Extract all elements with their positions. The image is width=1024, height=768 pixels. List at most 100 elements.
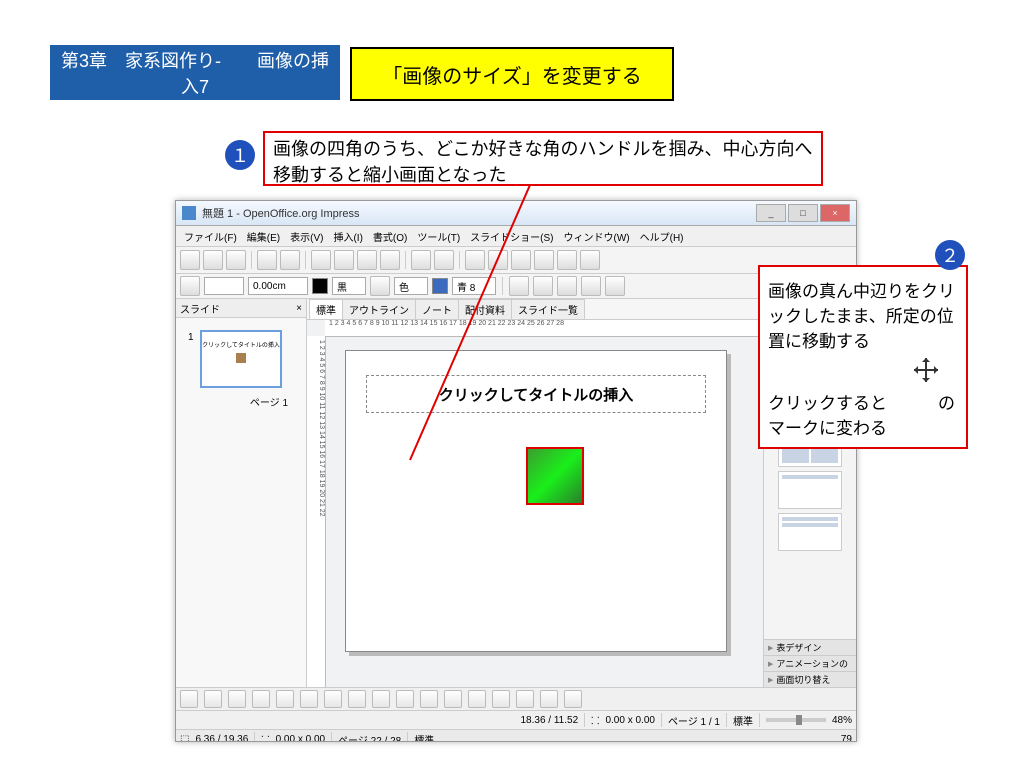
- layout-thumb[interactable]: [778, 513, 842, 551]
- copy-icon[interactable]: [357, 250, 377, 270]
- fill-icon[interactable]: [370, 276, 390, 296]
- sel-readout-2: 0.00 x 0.00: [276, 734, 325, 743]
- fill-label[interactable]: 色: [394, 277, 428, 295]
- pointer-icon[interactable]: [180, 690, 198, 708]
- callouts-icon[interactable]: [468, 690, 486, 708]
- undo-icon[interactable]: [411, 250, 431, 270]
- tab-sorter[interactable]: スライド一覧: [511, 299, 585, 319]
- app-window: 無題 1 - OpenOffice.org Impress _ □ × ファイル…: [175, 200, 857, 742]
- statusbar-outer: ⬚ 6.36 / 19.36 ⸬ 0.00 x 0.00 ページ 22 / 28…: [176, 729, 856, 742]
- step-2-text: 画像の真ん中辺りをクリックしたまま、所定の位置に移動する クリックすると のマー…: [758, 265, 968, 449]
- menu-file[interactable]: ファイル(F): [180, 229, 241, 244]
- menu-window[interactable]: ウィンドウ(W): [560, 229, 634, 244]
- accordion-table-design[interactable]: ▶表デザイン: [764, 639, 856, 655]
- standard-toolbar: [176, 247, 856, 274]
- block-arrows-icon[interactable]: [420, 690, 438, 708]
- open-icon[interactable]: [203, 250, 223, 270]
- slide-index: 1: [188, 332, 194, 343]
- app-icon: [182, 206, 196, 220]
- connector-icon[interactable]: [348, 690, 366, 708]
- rect-icon[interactable]: [252, 690, 270, 708]
- canvas-wrap: 1 2 3 4 5 6 7 8 9 10 11 12 13 14 15 16 1…: [307, 320, 763, 687]
- paste-icon[interactable]: [380, 250, 400, 270]
- stars-icon[interactable]: [492, 690, 510, 708]
- slide-design-icon[interactable]: [581, 276, 601, 296]
- ellipse-icon[interactable]: [276, 690, 294, 708]
- slides-panel-header: スライド ×: [176, 299, 306, 318]
- sel-readout: 0.00 x 0.00: [605, 715, 654, 726]
- insert-image-icon[interactable]: [564, 690, 582, 708]
- help-icon[interactable]: [580, 250, 600, 270]
- step-1-text: 画像の四角のうち、どこか好きな角のハンドルを掴み、中心方向へ移動すると縮小画面と…: [263, 131, 823, 186]
- close-button[interactable]: ×: [820, 204, 850, 222]
- selected-image[interactable]: [526, 447, 584, 505]
- step-badge-1: １: [225, 140, 255, 170]
- preview-icon[interactable]: [280, 250, 300, 270]
- menu-tools[interactable]: ツール(T): [413, 229, 464, 244]
- slides-panel: スライド × 1 クリックしてタイトルの挿入 ページ 1: [176, 299, 307, 687]
- title-placeholder[interactable]: クリックしてタイトルの挿入: [366, 375, 706, 413]
- line-color-chip[interactable]: [312, 278, 328, 294]
- fontwork-icon[interactable]: [540, 690, 558, 708]
- line-color-name[interactable]: 黒: [332, 277, 366, 295]
- symbol-shapes-icon[interactable]: [396, 690, 414, 708]
- close-panel-icon[interactable]: ×: [296, 303, 302, 314]
- redo-icon[interactable]: [434, 250, 454, 270]
- slide-title: 「画像のサイズ」を変更する: [350, 47, 674, 101]
- fill-color-chip[interactable]: [432, 278, 448, 294]
- accordion-animation[interactable]: ▶アニメーションの: [764, 655, 856, 671]
- accordion-transition[interactable]: ▶画面切り替え: [764, 671, 856, 687]
- chart-icon[interactable]: [465, 250, 485, 270]
- hyperlink-icon[interactable]: [511, 250, 531, 270]
- ruler-vertical: 1 2 3 4 5 6 7 8 9 10 11 12 13 14 15 16 1…: [307, 336, 326, 687]
- line-width-field[interactable]: 0.00cm: [248, 277, 308, 295]
- print-icon[interactable]: [257, 250, 277, 270]
- fill-color-name[interactable]: 青 8: [452, 277, 496, 295]
- save-icon[interactable]: [226, 250, 246, 270]
- cut-icon[interactable]: [334, 250, 354, 270]
- new-icon[interactable]: [180, 250, 200, 270]
- maximize-button[interactable]: □: [788, 204, 818, 222]
- step-2-line1: 画像の真ん中辺りをクリックしたまま、所定の位置に移動する: [768, 277, 958, 352]
- arrow-icon[interactable]: [228, 690, 246, 708]
- page-label: ページ 1: [176, 394, 288, 409]
- layout-thumb[interactable]: [778, 471, 842, 509]
- tab-handout[interactable]: 配付資料: [458, 299, 512, 319]
- curve-icon[interactable]: [324, 690, 342, 708]
- basic-shapes-icon[interactable]: [372, 690, 390, 708]
- tab-normal[interactable]: 標準: [309, 299, 343, 319]
- menu-format[interactable]: 書式(O): [369, 229, 411, 244]
- text-icon[interactable]: [300, 690, 318, 708]
- tab-notes[interactable]: ノート: [415, 299, 459, 319]
- tab-outline[interactable]: アウトライン: [342, 299, 416, 319]
- spellcheck-icon[interactable]: [311, 250, 331, 270]
- arrange-icon[interactable]: [557, 276, 577, 296]
- 3d-icon[interactable]: [516, 690, 534, 708]
- menu-view[interactable]: 表示(V): [286, 229, 327, 244]
- step-badge-2: ２: [935, 240, 965, 270]
- zoom-slider[interactable]: [766, 718, 826, 722]
- line-icon[interactable]: [204, 690, 222, 708]
- table-icon[interactable]: [488, 250, 508, 270]
- minimize-button[interactable]: _: [756, 204, 786, 222]
- main-area: スライド × 1 クリックしてタイトルの挿入 ページ 1 標準 アウトライン ノ…: [176, 299, 856, 687]
- slide-thumbnail[interactable]: 1 クリックしてタイトルの挿入: [200, 330, 282, 388]
- zoom-icon[interactable]: [557, 250, 577, 270]
- arrow-select-icon[interactable]: [180, 276, 200, 296]
- slide-layout-icon[interactable]: [605, 276, 625, 296]
- menu-slideshow[interactable]: スライドショー(S): [466, 229, 557, 244]
- menu-help[interactable]: ヘルプ(H): [636, 229, 688, 244]
- page-readout: ページ 1 / 1: [668, 713, 720, 728]
- statusbar-inner: 18.36 / 11.52 ⸬ 0.00 x 0.00 ページ 1 / 1 標準…: [176, 710, 856, 729]
- shadow-icon[interactable]: [509, 276, 529, 296]
- slide-canvas[interactable]: クリックしてタイトルの挿入: [345, 350, 727, 652]
- flowchart-icon[interactable]: [444, 690, 462, 708]
- thumb-image-icon: [236, 353, 246, 363]
- navigator-icon[interactable]: [534, 250, 554, 270]
- move-cursor-icon: [768, 358, 938, 387]
- menu-insert[interactable]: 挿入(I): [329, 229, 366, 244]
- pos-readout-2: 6.36 / 19.36: [195, 734, 248, 743]
- align-icon[interactable]: [533, 276, 553, 296]
- format-toolbar: 0.00cm 黒 色 青 8: [176, 274, 856, 299]
- menu-edit[interactable]: 編集(E): [243, 229, 284, 244]
